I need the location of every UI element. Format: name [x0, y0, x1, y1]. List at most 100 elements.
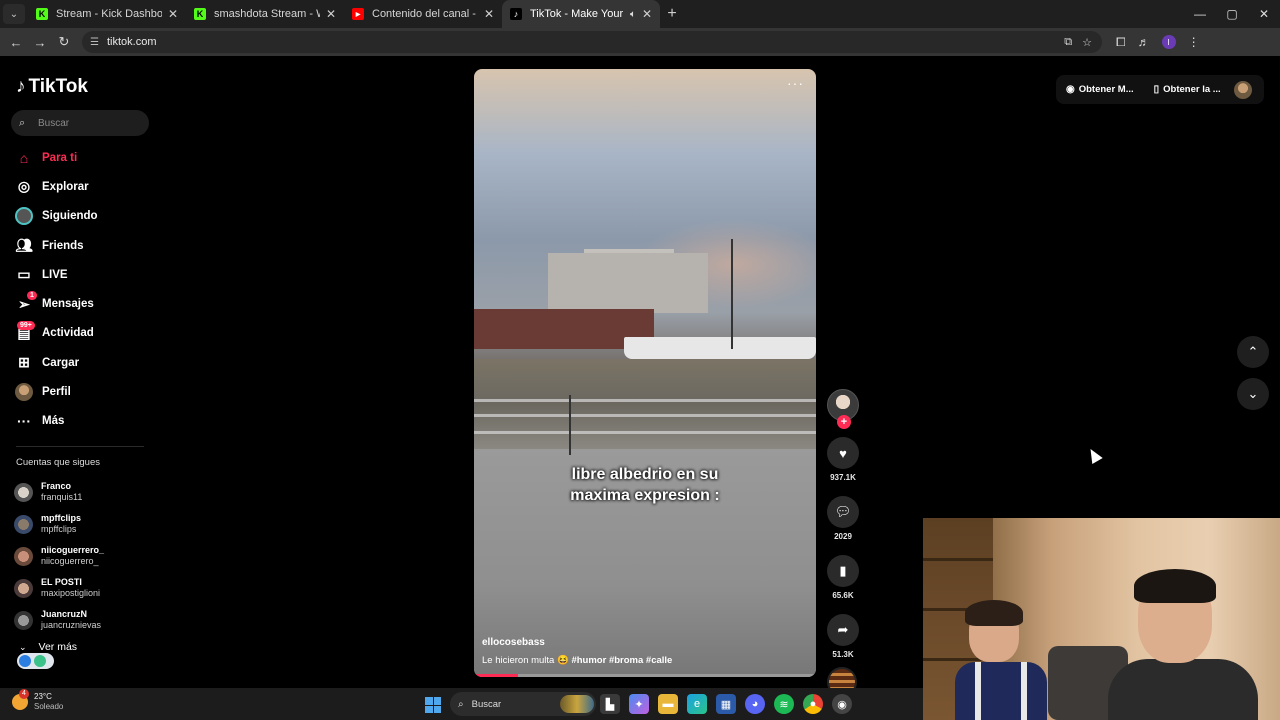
bookmark-star-icon[interactable]: ☆ — [1082, 36, 1092, 49]
taskbar-search[interactable]: ⌕ Buscar — [450, 692, 596, 716]
user-avatar[interactable] — [1234, 80, 1252, 99]
follow-plus-icon[interactable]: + — [837, 415, 851, 429]
tab-search-button[interactable]: ⌄ — [3, 4, 25, 24]
sidebar-item-friends[interactable]: 👥︎ Friends — [15, 231, 98, 260]
hashtag-link[interactable]: #calle — [646, 655, 672, 666]
sidebar-item-mas[interactable]: ··· Más — [15, 407, 98, 436]
install-app-icon[interactable]: ⧉ — [1064, 36, 1072, 49]
shelf-board — [923, 558, 993, 561]
following-item[interactable]: niicoguerrero_ niicoguerrero_ — [14, 540, 104, 572]
following-item[interactable]: mpffclips mpffclips — [14, 508, 104, 540]
extension-widget[interactable] — [17, 653, 54, 669]
tab-title: Contenido del canal - YouTube — [372, 8, 478, 20]
video-author[interactable]: ellocosebass — [482, 637, 545, 648]
browser-menu-icon[interactable]: ⋮ — [1188, 35, 1200, 49]
kick-favicon-icon: K — [194, 8, 206, 20]
browser-tab-kick-stream[interactable]: K smashdota Stream - Watch Live ✕ — [186, 0, 344, 28]
chrome-icon[interactable]: ● — [803, 694, 823, 714]
discord-icon[interactable]: ◕ — [745, 694, 765, 714]
get-app-button[interactable]: ▯ Obtener la ... — [1144, 84, 1231, 95]
following-handle: maxipostiglioni — [41, 588, 101, 598]
back-icon[interactable]: ← — [4, 35, 28, 50]
hashtag-link[interactable]: #humor — [571, 655, 606, 666]
browser-tab-kick-dashboard[interactable]: K Stream - Kick Dashboard ✕ — [28, 0, 186, 28]
search-highlight-image — [560, 695, 594, 713]
webcam-overlay — [923, 518, 1280, 720]
tab-close-icon[interactable]: ✕ — [484, 7, 494, 21]
media-control-icon[interactable]: ♬ — [1138, 35, 1150, 49]
get-coins-button[interactable]: ◉ Obtener M... — [1056, 84, 1144, 95]
comment-button[interactable]: 💬︎ 2029 — [827, 496, 859, 541]
browser-tab-tiktok[interactable]: ♪ TikTok - Make Your Day 🔈︎ ✕ — [502, 0, 660, 28]
spotify-icon[interactable]: ≋ — [774, 694, 794, 714]
tab-close-icon[interactable]: ✕ — [168, 7, 178, 21]
sidebar-item-actividad[interactable]: ▤ 99+ Actividad — [15, 319, 98, 348]
sidebar-item-cargar[interactable]: ⊞ Cargar — [15, 348, 98, 377]
previous-video-button[interactable]: ⌃ — [1237, 336, 1269, 368]
get-app-label: Obtener la ... — [1163, 84, 1221, 95]
search-icon: ⌕ — [19, 116, 26, 129]
live-icon: ▭ — [17, 266, 31, 283]
extensions-icon[interactable]: ⧠ — [1116, 35, 1126, 50]
forward-icon[interactable]: → — [28, 35, 52, 50]
sidebar-item-mensajes[interactable]: ➢ 1 Mensajes — [15, 289, 98, 318]
new-tab-button[interactable]: + — [660, 5, 684, 23]
chevron-down-icon: ⌄ — [19, 641, 27, 652]
sidebar-item-para-ti[interactable]: ⌂ Para ti — [15, 143, 98, 172]
address-bar[interactable]: ☰ tiktok.com ⧉ ☆ — [82, 31, 1102, 53]
maximize-icon[interactable]: ▢ — [1216, 0, 1248, 28]
jersey-stripe — [975, 662, 981, 720]
avatar — [14, 546, 33, 566]
sidebar-item-live[interactable]: ▭ LIVE — [15, 260, 98, 289]
tab-close-icon[interactable]: ✕ — [642, 7, 652, 21]
tab-close-icon[interactable]: ✕ — [326, 7, 336, 21]
edge-icon[interactable]: e — [687, 694, 707, 714]
see-more-label: Ver más — [38, 641, 78, 653]
copilot-icon[interactable]: ✦ — [629, 694, 649, 714]
hashtag-link[interactable]: #broma — [609, 655, 643, 666]
following-item[interactable]: Franco franquis11 — [14, 476, 104, 508]
taskbar-apps: ▙ ✦ ▬ e ▦ ◕ ≋ ● ◉ — [600, 694, 852, 714]
extension-icon — [34, 655, 46, 667]
weather-condition: Soleado — [34, 702, 64, 711]
share-button[interactable]: ➦ 51.3K — [827, 614, 859, 659]
browser-toolbar: ← → ↻ ☰ tiktok.com ⧉ ☆ ⧠ ♬ I ⋮ — [0, 28, 1280, 56]
search-input[interactable] — [38, 117, 138, 129]
tiktok-logo[interactable]: ♪ TikTok — [16, 76, 88, 98]
windows-taskbar: 4 23°C Soleado ⌕ Buscar ▙ ✦ ▬ e ▦ ◕ ≋ ● … — [0, 688, 923, 720]
video-player[interactable]: libre albedrio en su maxima expresion : … — [474, 69, 816, 677]
person-hair — [965, 600, 1023, 626]
save-button[interactable]: ▮ 65.6K — [827, 555, 859, 600]
person-hair — [1134, 569, 1216, 603]
browser-tab-youtube[interactable]: ▶ Contenido del canal - YouTube ✕ — [344, 0, 502, 28]
store-icon[interactable]: ▦ — [716, 694, 736, 714]
video-progress-bar[interactable] — [474, 674, 816, 677]
close-window-icon[interactable]: ✕ — [1248, 0, 1280, 28]
creator-avatar[interactable]: + — [827, 389, 859, 429]
sidebar-item-perfil[interactable]: Perfil — [15, 377, 98, 406]
reload-icon[interactable]: ↻ — [52, 34, 76, 50]
weather-widget[interactable]: 4 23°C Soleado — [12, 689, 64, 712]
next-video-button[interactable]: ⌄ — [1237, 378, 1269, 410]
sidebar-item-explorar[interactable]: ◎ Explorar — [15, 172, 98, 201]
friends-icon: 👥︎ — [15, 237, 33, 254]
site-info-icon[interactable]: ☰ — [90, 37, 99, 48]
windows-start-icon[interactable] — [425, 697, 441, 713]
upload-icon: ⊞ — [18, 354, 30, 371]
file-explorer-icon[interactable]: ▬ — [658, 694, 678, 714]
see-more-button[interactable]: ⌄ Ver más — [19, 641, 77, 653]
search-box[interactable]: ⌕ — [11, 110, 149, 136]
following-item[interactable]: JuancruzN juancruznievas — [14, 604, 104, 636]
profile-avatar[interactable]: I — [1161, 35, 1176, 49]
like-button[interactable]: ♥ 937.1K — [827, 437, 859, 482]
window-controls: — ▢ ✕ — [1184, 0, 1280, 28]
video-caption-overlay: libre albedrio en su maxima expresion : — [474, 464, 816, 506]
task-view-icon[interactable]: ▙ — [600, 694, 620, 714]
sidebar-item-label: Para ti — [42, 151, 78, 164]
obs-icon[interactable]: ◉ — [832, 694, 852, 714]
video-options-icon[interactable]: ··· — [787, 75, 804, 91]
sidebar-item-siguiendo[interactable]: Siguiendo — [15, 202, 98, 231]
minimize-icon[interactable]: — — [1184, 0, 1216, 28]
speaker-icon[interactable]: 🔈︎ — [630, 9, 636, 20]
following-item[interactable]: EL POSTI maxipostiglioni — [14, 572, 104, 604]
